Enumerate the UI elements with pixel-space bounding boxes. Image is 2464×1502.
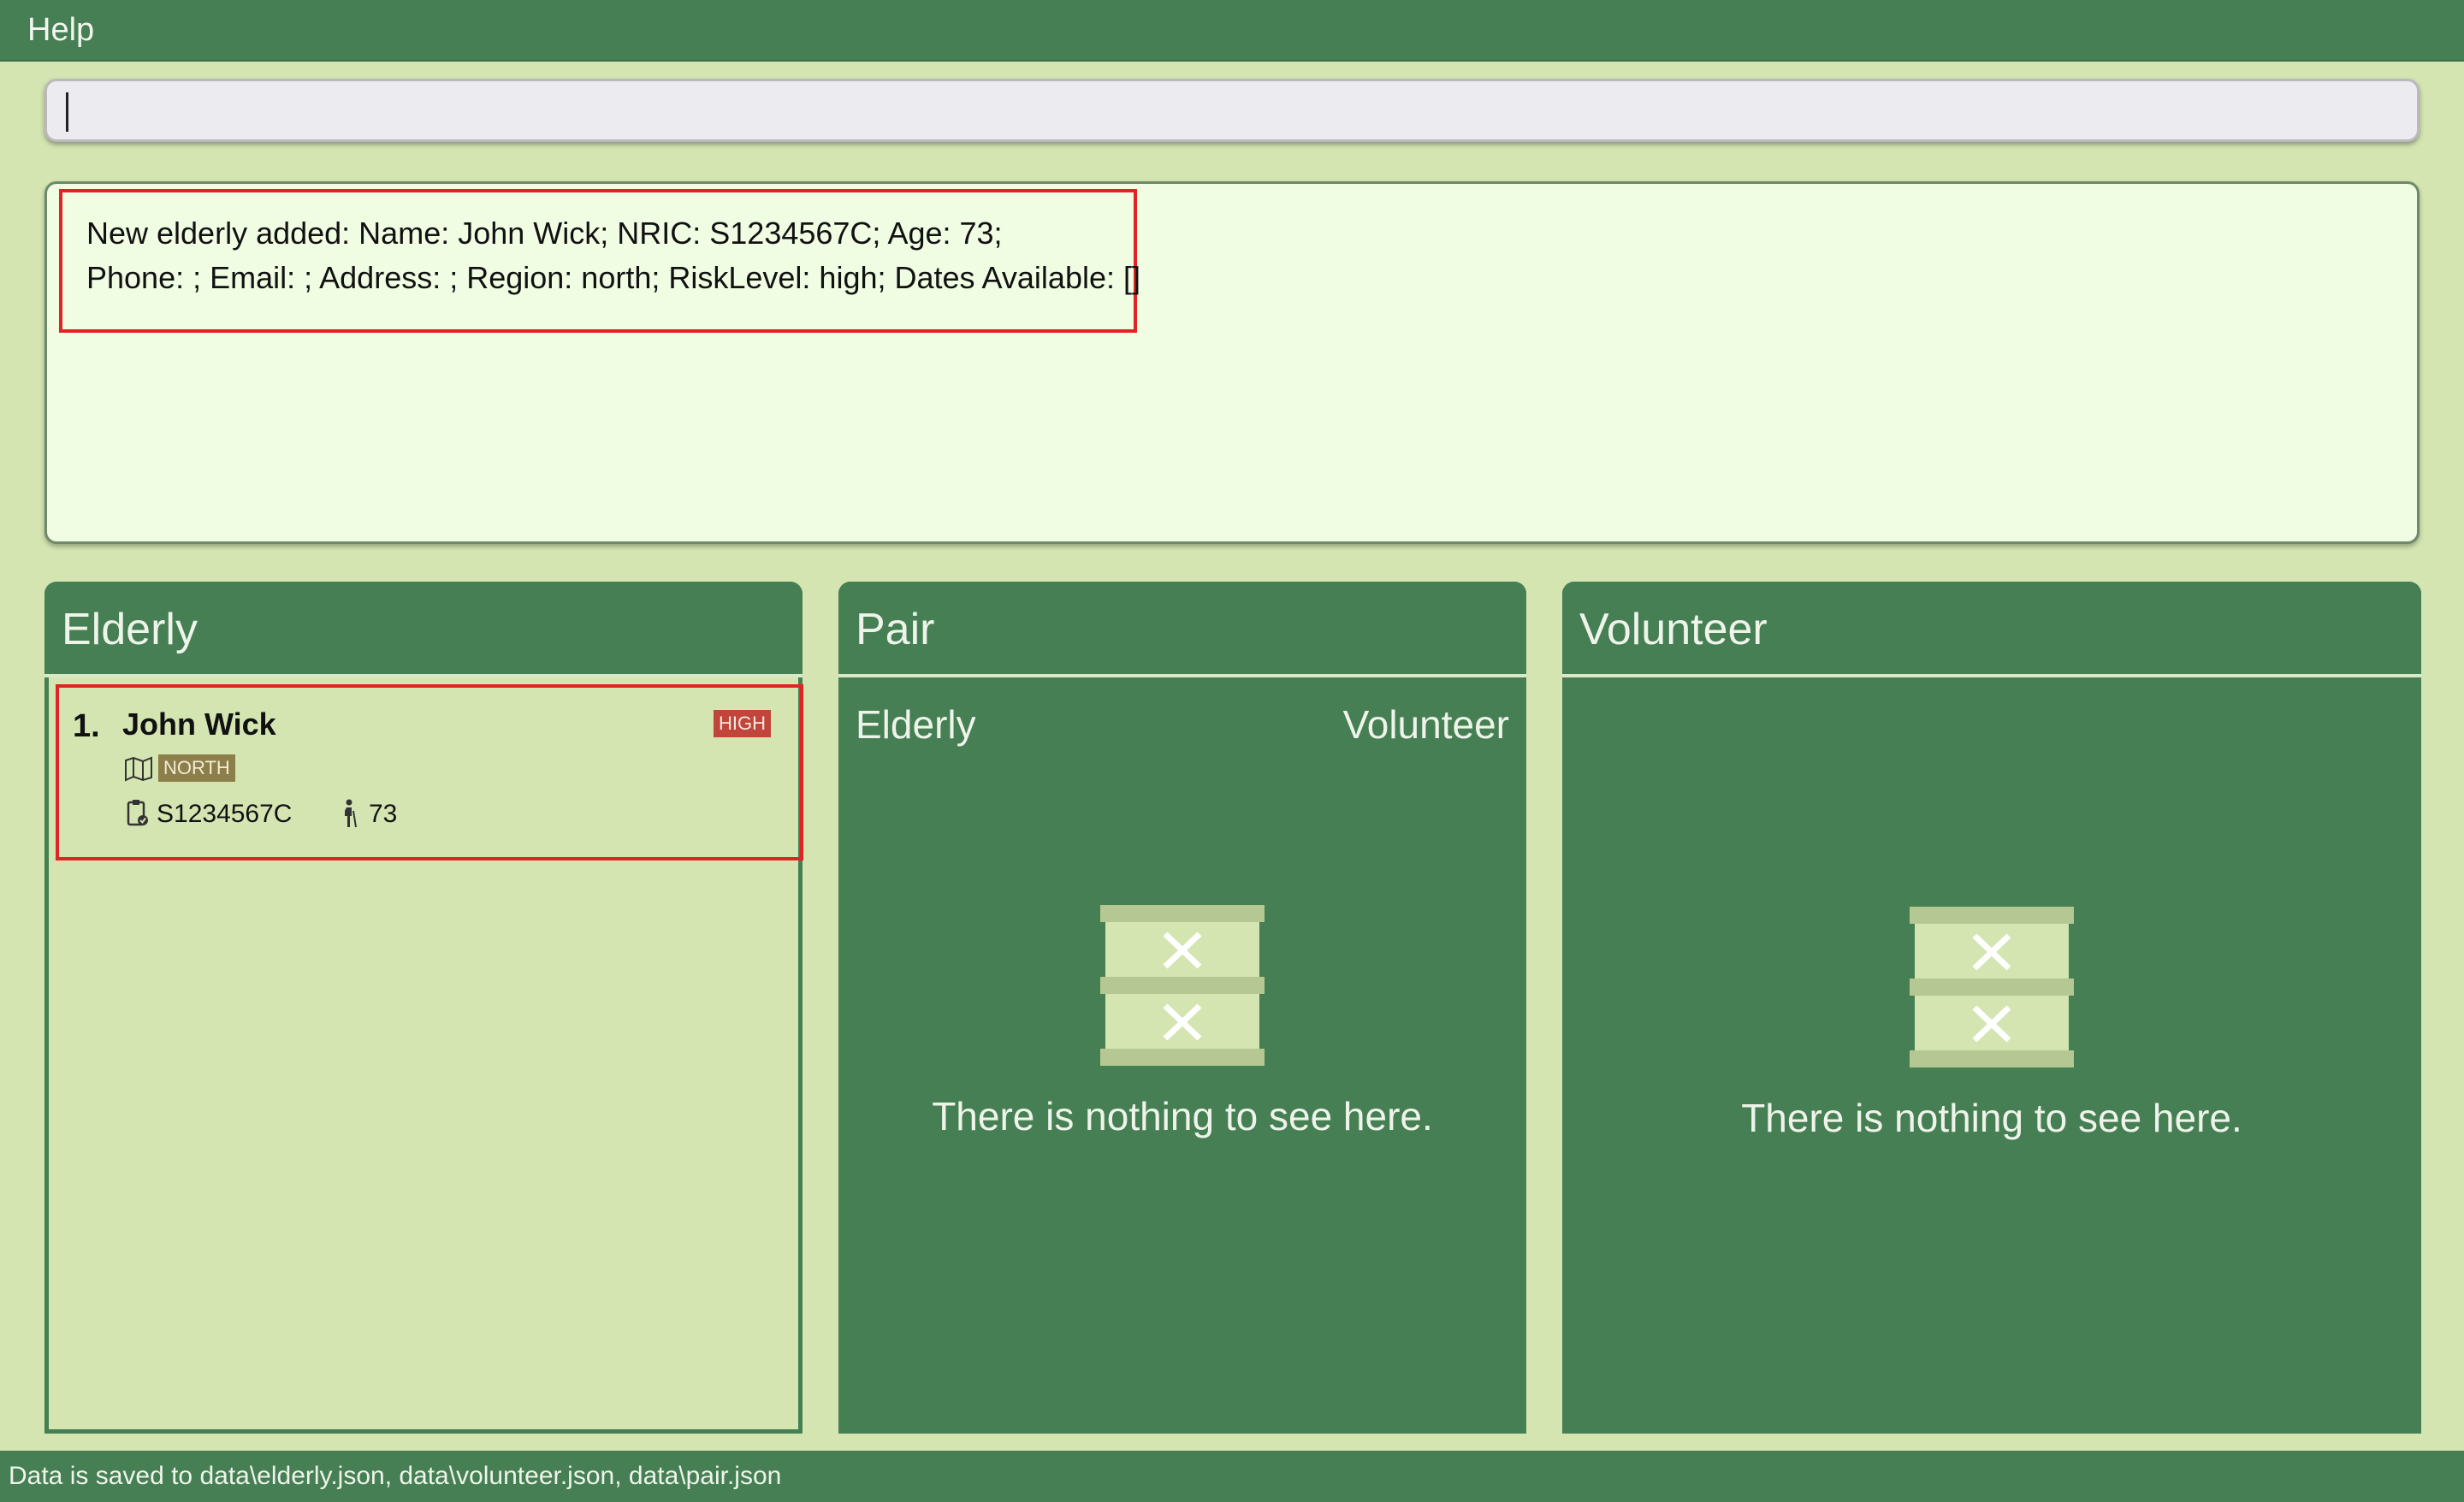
volunteer-panel-header: Volunteer — [1562, 582, 2421, 677]
elderly-name: John Wick — [122, 707, 276, 742]
id-card-icon — [127, 800, 148, 826]
volunteer-panel-title: Volunteer — [1579, 605, 1768, 654]
command-box[interactable] — [44, 79, 2420, 142]
command-input[interactable] — [64, 88, 2395, 136]
volunteer-panel: Volunteer There is nothing to see here. — [1562, 582, 2421, 1434]
elderly-panel-header: Elderly — [44, 582, 803, 677]
result-line-1: New elderly added: Name: John Wick; NRIC… — [86, 216, 1003, 251]
volunteer-empty-message: There is nothing to see here. — [1741, 1096, 2242, 1140]
elderly-nric: S1234567C — [157, 800, 293, 828]
menu-help[interactable]: Help — [27, 10, 94, 50]
risk-level-badge: HIGH — [714, 710, 771, 737]
pair-column-volunteer: Volunteer — [1342, 702, 1509, 747]
empty-box-icon — [1100, 905, 1265, 1066]
pair-panel-header: Pair — [838, 582, 1526, 677]
map-icon — [125, 756, 152, 782]
pair-column-elderly: Elderly — [856, 702, 976, 747]
elderly-age: 73 — [369, 800, 398, 828]
status-bar-text: Data is saved to data\elderly.json, data… — [9, 1462, 782, 1490]
person-icon — [345, 799, 357, 828]
pair-panel-title: Pair — [856, 605, 935, 654]
elderly-list[interactable]: 1. John Wick HIGH NORTH S1234567C 73 — [44, 677, 803, 1434]
result-display: New elderly added: Name: John Wick; NRIC… — [44, 181, 2420, 544]
menu-bar: Help — [0, 0, 2464, 62]
result-text: New elderly added: Name: John Wick; NRIC… — [86, 211, 1140, 300]
elderly-list-item[interactable]: 1. John Wick HIGH NORTH S1234567C 73 — [56, 684, 803, 860]
region-badge: NORTH — [158, 754, 235, 782]
pair-panel: Pair Elderly Volunteer There is nothing … — [838, 582, 1526, 1434]
empty-box-icon — [1910, 907, 2074, 1067]
elderly-panel: Elderly 1. John Wick HIGH NORTH S1234567… — [44, 582, 803, 1434]
status-bar: Data is saved to data\elderly.json, data… — [0, 1451, 2464, 1502]
elderly-panel-title: Elderly — [62, 605, 198, 654]
text-caret — [66, 92, 68, 132]
result-line-2: Phone: ; Email: ; Address: ; Region: nor… — [86, 260, 1140, 295]
elderly-index: 1. — [73, 708, 100, 744]
pair-empty-message: There is nothing to see here. — [932, 1094, 1433, 1138]
